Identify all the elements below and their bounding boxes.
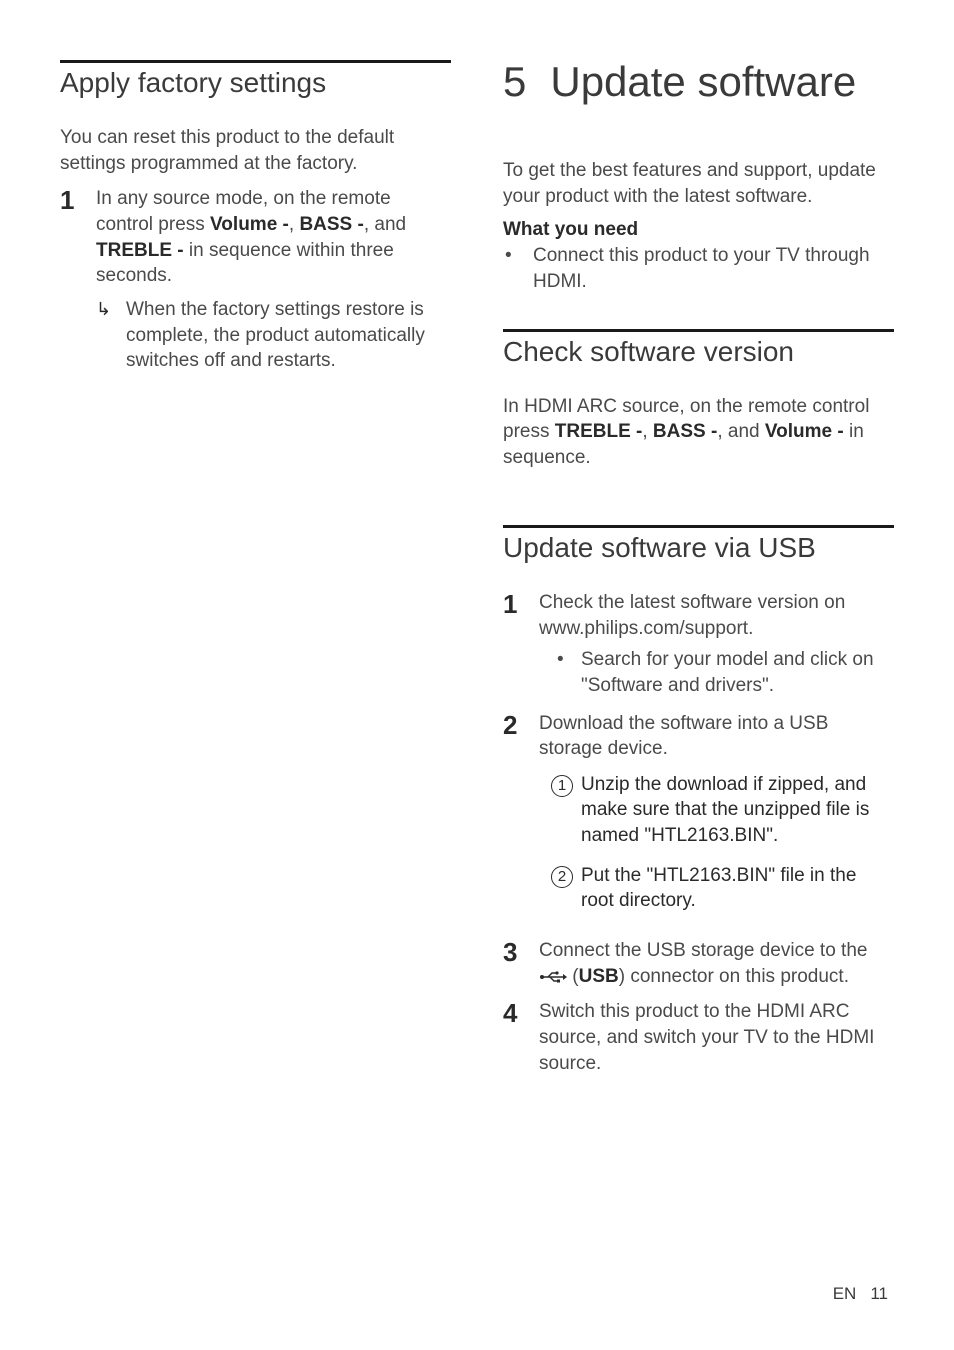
step-body: Download the software into a USB storage… (539, 711, 894, 928)
step1-sub-item: • Search for your model and click on "So… (539, 647, 894, 698)
need-item-text: Connect this product to your TV through … (533, 243, 894, 294)
chapter-title: Update software (550, 58, 856, 105)
step-text: Switch this product to the HDMI ARC sour… (539, 1001, 874, 1073)
step-text: Check the latest software version on www… (539, 592, 845, 639)
right-column: 5 Update software To get the best feature… (503, 60, 894, 1086)
check-version-text: In HDMI ARC source, on the remote contro… (503, 394, 894, 471)
usb-label: USB (579, 966, 619, 987)
step-body: In any source mode, on the remote contro… (96, 186, 451, 373)
section-rule (503, 525, 894, 528)
step-body: Check the latest software version on www… (539, 590, 894, 701)
substep-text: Unzip the download if zipped, and make s… (581, 772, 894, 849)
circled-number-icon: 2 (551, 863, 581, 914)
step-number: 4 (503, 999, 539, 1076)
footer-page-number: 11 (870, 1284, 888, 1303)
step-number: 1 (503, 590, 539, 701)
sub-text: Search for your model and click on "Soft… (581, 647, 894, 698)
two-column-layout: Apply factory settings You can reset thi… (60, 60, 894, 1086)
usb-steps: 1 Check the latest software version on w… (503, 590, 894, 1076)
substep-text: Put the "HTL2163.BIN" file in the root d… (581, 863, 894, 914)
step-result: ↳ When the factory settings restore is c… (96, 297, 451, 374)
factory-step-1: 1 In any source mode, on the remote cont… (60, 186, 451, 373)
manual-page: Apply factory settings You can reset thi… (0, 0, 954, 1350)
step-text: Connect the USB storage device to the (539, 940, 867, 961)
sep: , (642, 421, 653, 442)
step-body: Connect the USB storage device to the (U… (539, 938, 894, 989)
usb-step-3: 3 Connect the USB storage device to the (503, 938, 894, 989)
section-title-update-usb: Update software via USB (503, 532, 894, 564)
factory-intro-text: You can reset this product to the defaul… (60, 125, 451, 176)
usb-step-1: 1 Check the latest software version on w… (503, 590, 894, 701)
page-footer: EN 11 (833, 1284, 888, 1304)
usb-icon (539, 970, 567, 984)
section-title-check-version: Check software version (503, 336, 894, 368)
chapter-number: 5 (503, 60, 526, 104)
key-volume-minus: Volume - (765, 421, 844, 442)
key-volume-minus: Volume - (210, 214, 289, 235)
section-rule (503, 329, 894, 332)
step-text: Download the software into a USB storage… (539, 713, 828, 760)
substep-1: 1 Unzip the download if zipped, and make… (551, 772, 894, 849)
what-you-need-label: What you need (503, 219, 894, 241)
step-number: 3 (503, 938, 539, 989)
step1-sublist: • Search for your model and click on "So… (539, 647, 894, 698)
sep: , and (717, 421, 765, 442)
step-number: 2 (503, 711, 539, 928)
bullet-icon: • (557, 647, 581, 698)
sep: , (289, 214, 300, 235)
step-body: Switch this product to the HDMI ARC sour… (539, 999, 894, 1076)
result-arrow-icon: ↳ (96, 297, 126, 374)
what-you-need-list: • Connect this product to your TV throug… (503, 243, 894, 294)
key-bass-minus: BASS - (653, 421, 717, 442)
result-text: When the factory settings restore is com… (126, 297, 451, 374)
key-treble-minus: TREBLE - (555, 421, 643, 442)
left-column: Apply factory settings You can reset thi… (60, 60, 451, 1086)
sep: , and (364, 214, 406, 235)
bullet-icon: • (503, 243, 533, 294)
key-treble-minus: TREBLE - (96, 240, 184, 261)
key-bass-minus: BASS - (299, 214, 363, 235)
step-text: ) connector on this product. (619, 966, 849, 987)
step2-substeps: 1 Unzip the download if zipped, and make… (539, 772, 894, 914)
usb-step-2: 2 Download the software into a USB stora… (503, 711, 894, 928)
step-number: 1 (60, 186, 96, 373)
update-intro-text: To get the best features and support, up… (503, 158, 894, 209)
section-title-factory: Apply factory settings (60, 67, 451, 99)
footer-language: EN (833, 1284, 857, 1303)
need-item: • Connect this product to your TV throug… (503, 243, 894, 294)
substep-2: 2 Put the "HTL2163.BIN" file in the root… (551, 863, 894, 914)
section-rule (60, 60, 451, 63)
chapter-heading: 5 Update software (503, 60, 894, 104)
usb-step-4: 4 Switch this product to the HDMI ARC so… (503, 999, 894, 1076)
factory-steps: 1 In any source mode, on the remote cont… (60, 186, 451, 373)
circled-number-icon: 1 (551, 772, 581, 849)
